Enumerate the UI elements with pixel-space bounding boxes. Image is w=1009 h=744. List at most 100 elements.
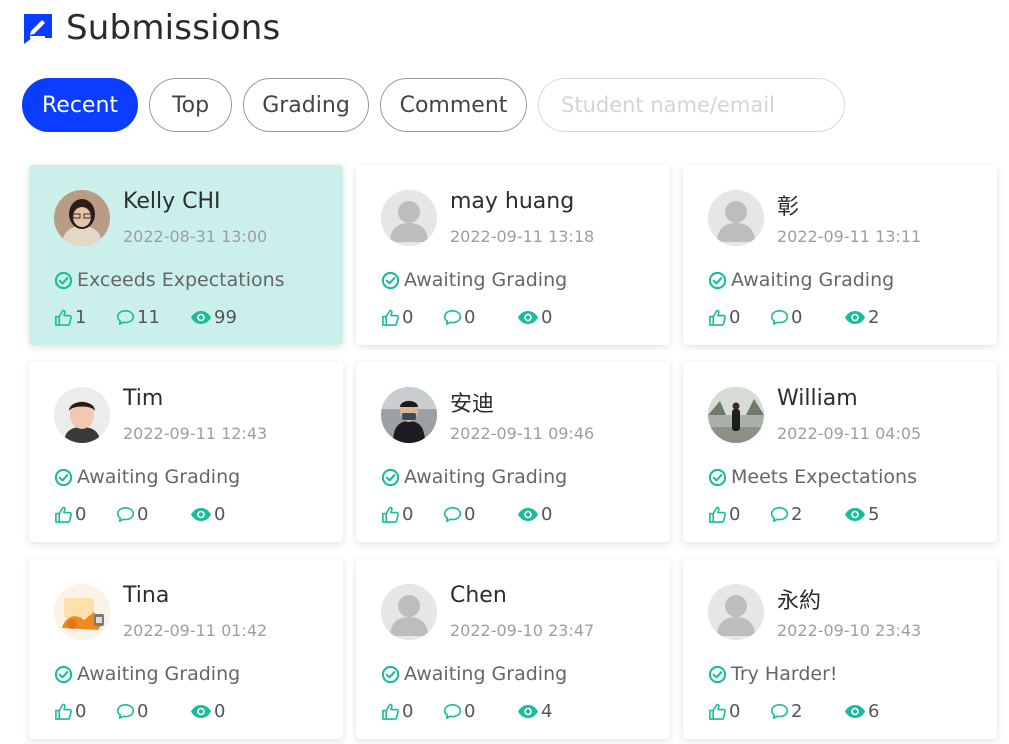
check-circle-icon [381,665,400,683]
likes-stat[interactable]: 0 [708,701,770,722]
submission-card[interactable]: Tina 2022-09-11 01:42 Awaiting Grading 0… [29,559,343,739]
tab-grading[interactable]: Grading [243,78,369,132]
comments-count: 11 [137,307,160,328]
eye-icon [845,311,865,324]
views-stat: 4 [517,701,552,722]
comments-stat[interactable]: 2 [770,701,844,722]
likes-stat[interactable]: 1 [54,307,116,328]
comments-stat[interactable]: 0 [116,504,190,525]
search-input[interactable] [561,93,829,117]
check-circle-icon [54,665,73,683]
eye-icon [518,705,538,718]
submission-date: 2022-09-11 13:18 [450,227,595,246]
grade-status: Exceeds Expectations [54,269,285,291]
check-circle-icon [54,468,73,486]
page-header: Submissions [22,8,280,48]
likes-stat[interactable]: 0 [708,504,770,525]
comments-stat[interactable]: 11 [116,307,190,328]
tab-top[interactable]: Top [149,78,232,132]
submission-card[interactable]: Chen 2022-09-10 23:47 Awaiting Grading 0… [356,559,670,739]
comments-stat[interactable]: 2 [770,504,844,525]
likes-count: 0 [729,307,741,328]
submission-card[interactable]: 彰 2022-09-11 13:11 Awaiting Grading 0 0 [683,165,997,345]
eye-icon [191,705,211,718]
submission-card[interactable]: may huang 2022-09-11 13:18 Awaiting Grad… [356,165,670,345]
comments-stat[interactable]: 0 [770,307,844,328]
likes-stat[interactable]: 0 [708,307,770,328]
views-count: 0 [541,504,553,525]
thumbs-up-icon [55,309,72,326]
submission-date: 2022-09-10 23:47 [450,621,595,640]
student-name: 安迪 [450,392,495,417]
comments-count: 0 [137,504,149,525]
likes-stat[interactable]: 0 [54,504,116,525]
student-name: 永約 [777,589,822,614]
stats-row: 0 0 2 [708,307,879,328]
page-title: Submissions [66,8,281,48]
submission-card[interactable]: Kelly CHI 2022-08-31 13:00 Exceeds Expec… [29,165,343,345]
comment-icon [116,704,135,719]
thumbs-up-icon [55,506,72,523]
grade-status: Awaiting Grading [381,269,567,291]
grade-status-label: Awaiting Grading [731,269,895,291]
likes-stat[interactable]: 0 [381,701,443,722]
submission-card[interactable]: 永約 2022-09-10 23:43 Try Harder! 0 2 6 [683,559,997,739]
submission-date: 2022-09-11 09:46 [450,424,595,443]
submission-grid: Kelly CHI 2022-08-31 13:00 Exceeds Expec… [29,165,997,739]
comments-count: 2 [791,504,803,525]
stats-row: 0 0 0 [54,701,225,722]
comments-count: 0 [464,701,476,722]
views-stat: 99 [190,307,237,328]
grade-status: Try Harder! [708,663,838,685]
check-circle-icon [54,271,73,289]
comments-stat[interactable]: 0 [443,504,517,525]
stats-row: 0 2 5 [708,504,879,525]
submission-card[interactable]: 安迪 2022-09-11 09:46 Awaiting Grading 0 0 [356,362,670,542]
stats-row: 0 0 0 [54,504,225,525]
likes-stat[interactable]: 0 [381,504,443,525]
likes-stat[interactable]: 0 [54,701,116,722]
comments-stat[interactable]: 0 [116,701,190,722]
avatar [54,584,110,640]
thumbs-up-icon [709,703,726,720]
comment-icon [443,310,462,325]
check-circle-icon [708,665,727,683]
avatar [381,190,437,246]
stats-row: 0 0 4 [381,701,552,722]
likes-count: 0 [402,701,414,722]
eye-icon [191,508,211,521]
tab-recent[interactable]: Recent [22,78,138,132]
search-box [538,78,845,132]
views-count: 0 [214,504,226,525]
likes-count: 0 [402,307,414,328]
submission-card[interactable]: Tim 2022-09-11 12:43 Awaiting Grading 0 … [29,362,343,542]
grade-status: Awaiting Grading [381,466,567,488]
filter-bar: Recent Top Grading Comment [22,78,845,132]
likes-count: 0 [75,504,87,525]
tab-comment[interactable]: Comment [380,78,527,132]
likes-stat[interactable]: 0 [381,307,443,328]
views-count: 0 [541,307,553,328]
eye-icon [845,705,865,718]
submission-card[interactable]: William 2022-09-11 04:05 Meets Expectati… [683,362,997,542]
likes-count: 0 [402,504,414,525]
grade-status-label: Try Harder! [731,663,838,685]
check-circle-icon [381,271,400,289]
views-count: 2 [868,307,880,328]
submission-date: 2022-09-10 23:43 [777,621,922,640]
submission-date: 2022-09-11 04:05 [777,424,922,443]
comments-stat[interactable]: 0 [443,307,517,328]
comment-icon [443,507,462,522]
views-count: 6 [868,701,880,722]
grade-status: Meets Expectations [708,466,917,488]
eye-icon [518,508,538,521]
views-stat: 0 [190,504,225,525]
student-name: Kelly CHI [123,189,221,214]
student-name: Tim [123,386,164,411]
comments-stat[interactable]: 0 [443,701,517,722]
views-stat: 6 [844,701,879,722]
avatar [381,387,437,443]
views-count: 5 [868,504,880,525]
views-stat: 0 [190,701,225,722]
stats-row: 0 0 0 [381,504,552,525]
